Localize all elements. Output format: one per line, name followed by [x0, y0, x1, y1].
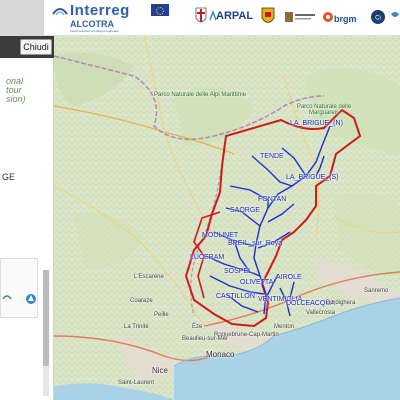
basin-label-tende: TENDE: [260, 153, 284, 160]
map-view[interactable]: Parco Naturale delle Alpi Marittime Parc…: [54, 36, 400, 400]
program-subtitle: Fondo europeo di sviluppo regionale: [70, 29, 119, 33]
interreg-mark-icon: [52, 8, 68, 16]
basin-label-saorge: SAORGE: [230, 207, 260, 214]
panel-text-fragment: sion): [6, 94, 26, 104]
svg-text:Ci: Ci: [375, 16, 381, 22]
park-label: Parco Naturale delle Alpi Marittime: [154, 92, 247, 98]
city-label: Vallecrosia: [306, 310, 335, 316]
basin-label-breil-sur-roya: BREIL_sur_Roya: [228, 240, 283, 247]
region-shield-icon: [261, 7, 275, 23]
basin-label-fontan: FONTAN: [258, 196, 287, 203]
basin-label-castillon: CASTILLON: [216, 293, 255, 300]
city-label: Bordighera: [326, 300, 356, 306]
partner-logo-edge-icon: [391, 12, 399, 17]
city-label: La Trinité: [124, 324, 149, 330]
panel-text-fragment: GE: [2, 172, 16, 182]
city-label: Nice: [152, 366, 169, 375]
basin-label-la-brigue-n: LA_BRIGUE_(N): [290, 120, 343, 127]
eu-flag-icon: [151, 4, 169, 16]
basin-label-la-brigue-s: LA_BRIGUE_(S): [286, 174, 339, 181]
city-label: Coaraze: [130, 298, 153, 304]
basin-label-sospel: SOSPEL: [224, 268, 253, 275]
side-panel: Chiudi onal tour sion) GE: [0, 36, 54, 400]
program-name: ALCOTRA: [70, 19, 114, 29]
legend-card: [0, 258, 38, 318]
city-label: Menton: [274, 324, 295, 330]
arpal-logo: ARPAL: [216, 10, 254, 22]
city-label: L'Escarène: [134, 274, 164, 280]
city-label: Èze: [192, 324, 203, 330]
city-label: Beaulieu-sur-Mer: [182, 336, 229, 342]
basin-label-olivetta: OLIVETTA: [240, 279, 274, 286]
interreg-brand: Interreg: [70, 2, 130, 19]
interreg-logo: Interreg ALCOTRA Fondo europeo di svilup…: [52, 2, 148, 34]
city-label: Monaco: [206, 350, 235, 359]
city-label: Sanremo: [364, 288, 389, 294]
header-left-panel: [0, 0, 44, 36]
panel-scrollbar-thumb[interactable]: [43, 270, 49, 366]
park-label: Parco Naturale delle Marguareis: [296, 104, 352, 116]
cima-logo-icon: Ci: [371, 10, 385, 24]
partner-logo-icon: [285, 12, 315, 22]
header-bar: Interreg ALCOTRA Fondo europeo di svilup…: [0, 0, 400, 36]
city-label: Peille: [154, 312, 169, 318]
city-label: Saint-Laurent: [118, 380, 155, 386]
basin-label-airole: AIROLE: [276, 274, 302, 281]
brgm-logo: brgm: [334, 14, 357, 24]
liguria-emblem-icon: [195, 7, 207, 23]
legend-symbol-icon: [2, 295, 12, 300]
map-canvas: [54, 36, 400, 400]
close-button[interactable]: Chiudi: [20, 39, 52, 55]
side-panel-toolbar: Chiudi: [0, 36, 54, 58]
basin-label-luceram: LUCERAM: [190, 254, 225, 261]
brgm-mark-icon: [323, 12, 333, 22]
basin-label-moulinet: MOULINET: [202, 232, 239, 239]
